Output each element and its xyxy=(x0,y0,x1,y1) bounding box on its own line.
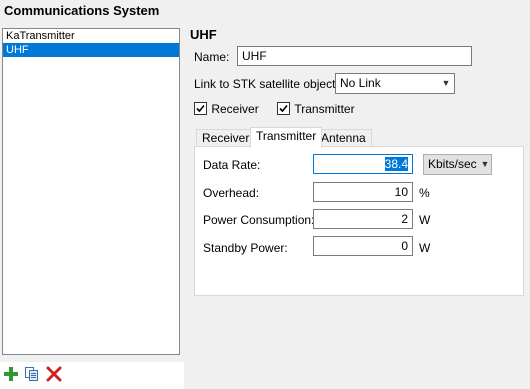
chevron-down-icon: ▼ xyxy=(480,159,490,169)
data-rate-label: Data Rate: xyxy=(203,158,261,172)
data-rate-unit-select[interactable]: Kbits/sec ▼ xyxy=(423,154,492,175)
link-select-value: No Link xyxy=(340,76,381,90)
section-title: Communications System xyxy=(4,3,160,18)
receiver-checkbox[interactable]: Receiver xyxy=(194,102,259,118)
plus-icon[interactable] xyxy=(3,366,19,382)
transmitter-check-icon xyxy=(277,102,290,115)
transmitter-checkbox[interactable]: Transmitter xyxy=(277,102,355,118)
copy-icon[interactable] xyxy=(24,366,40,382)
standby-power-input[interactable]: 0 xyxy=(313,236,413,256)
transmitter-label: Transmitter xyxy=(294,102,355,116)
chevron-down-icon: ▼ xyxy=(441,78,451,88)
data-rate-value: 38.4 xyxy=(384,157,408,171)
power-consumption-label: Power Consumption: xyxy=(203,213,315,227)
standby-power-unit: W xyxy=(419,241,431,255)
systems-list[interactable]: KaTransmitter UHF xyxy=(2,28,180,355)
name-field[interactable] xyxy=(237,46,472,66)
overhead-unit: % xyxy=(419,186,430,200)
link-label: Link to STK satellite object: xyxy=(194,77,339,91)
power-consumption-value: 2 xyxy=(401,212,408,226)
standby-power-value: 0 xyxy=(401,239,408,253)
standby-power-label: Standby Power: xyxy=(203,241,288,255)
overhead-value: 10 xyxy=(394,185,408,199)
delete-x-icon[interactable] xyxy=(46,366,62,382)
overhead-label: Overhead: xyxy=(203,186,260,200)
list-toolbar xyxy=(0,362,184,389)
tab-transmitter[interactable]: Transmitter xyxy=(250,127,323,148)
list-item-uhf[interactable]: UHF xyxy=(3,43,179,57)
link-select[interactable]: No Link ▼ xyxy=(335,73,455,94)
overhead-input[interactable]: 10 xyxy=(313,182,413,202)
name-label: Name: xyxy=(194,50,230,64)
list-item-katransmitter[interactable]: KaTransmitter xyxy=(3,29,179,43)
tab-antenna[interactable]: Antenna xyxy=(315,129,372,147)
power-consumption-unit: W xyxy=(419,213,431,227)
receiver-label: Receiver xyxy=(211,102,259,116)
panel-title: UHF xyxy=(190,27,217,42)
power-consumption-input[interactable]: 2 xyxy=(313,209,413,229)
receiver-check-icon xyxy=(194,102,207,115)
tab-receiver[interactable]: Receiver xyxy=(196,129,256,147)
data-rate-unit-value: Kbits/sec xyxy=(428,157,477,171)
data-rate-input[interactable]: 38.4 xyxy=(313,154,413,174)
